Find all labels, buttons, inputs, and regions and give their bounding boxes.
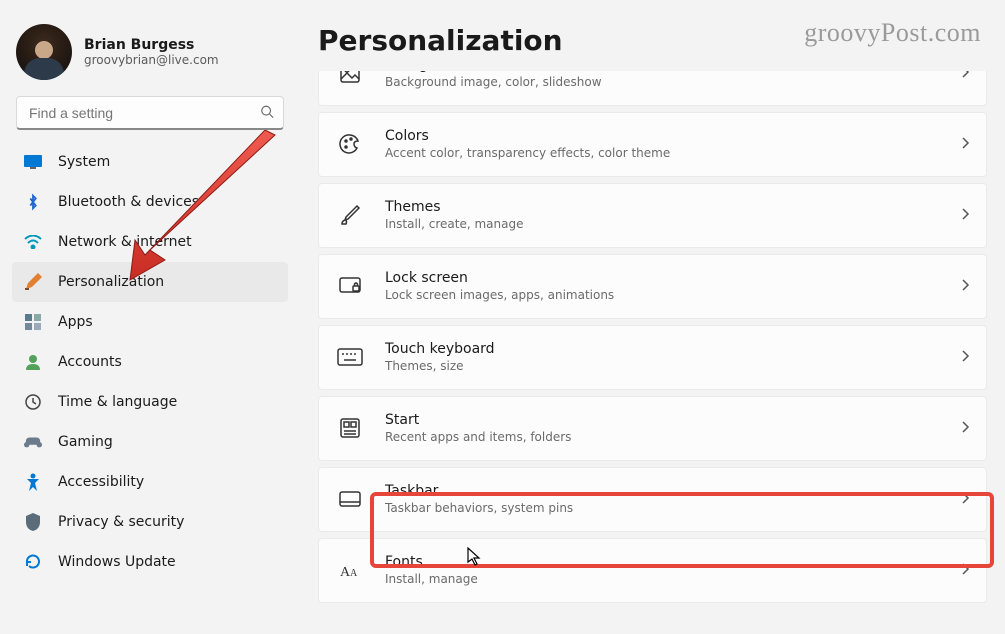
system-icon [24, 153, 42, 171]
card-desc: Taskbar behaviors, system pins [385, 500, 960, 517]
sidebar-item-bluetooth[interactable]: Bluetooth & devices [12, 182, 288, 222]
watermark: groovyPost.com [804, 18, 981, 48]
card-title: Start [385, 411, 960, 429]
chevron-right-icon [960, 277, 970, 296]
card-start[interactable]: StartRecent apps and items, folders [318, 396, 987, 461]
sidebar-item-label: Personalization [58, 274, 164, 290]
taskbar-icon [335, 484, 365, 514]
sidebar-item-personalization[interactable]: Personalization [12, 262, 288, 302]
card-colors[interactable]: ColorsAccent color, transparency effects… [318, 112, 987, 177]
sidebar-item-label: Network & internet [58, 234, 192, 250]
gaming-icon [24, 433, 42, 451]
card-themes[interactable]: ThemesInstall, create, manage [318, 183, 987, 248]
sidebar-item-label: Bluetooth & devices [58, 194, 199, 210]
avatar [16, 24, 72, 80]
chevron-right-icon [960, 419, 970, 438]
card-fonts[interactable]: AA FontsInstall, manage [318, 538, 987, 603]
user-name: Brian Burgess [84, 37, 219, 53]
image-icon [335, 71, 365, 88]
card-list: BackgroundBackground image, color, slide… [300, 71, 987, 621]
sidebar-item-label: Privacy & security [58, 514, 184, 530]
accessibility-icon [24, 473, 42, 491]
user-email: groovybrian@live.com [84, 53, 219, 67]
card-title: Touch keyboard [385, 340, 960, 358]
chevron-right-icon [960, 348, 970, 367]
card-desc: Themes, size [385, 358, 960, 375]
nav: System Bluetooth & devices Network & inter… [12, 142, 288, 582]
card-title: Colors [385, 127, 960, 145]
start-icon [335, 413, 365, 443]
svg-text:A: A [350, 568, 358, 579]
card-desc: Recent apps and items, folders [385, 429, 960, 446]
chevron-right-icon [960, 561, 970, 580]
card-taskbar[interactable]: TaskbarTaskbar behaviors, system pins [318, 467, 987, 532]
sidebar-item-gaming[interactable]: Gaming [12, 422, 288, 462]
paint-icon [24, 273, 42, 291]
search-input[interactable] [16, 96, 284, 130]
wifi-icon [24, 233, 42, 251]
card-title: Fonts [385, 553, 960, 571]
sidebar-item-privacy[interactable]: Privacy & security [12, 502, 288, 542]
main: Personalization BackgroundBackground ima… [300, 0, 1005, 634]
sidebar-item-network[interactable]: Network & internet [12, 222, 288, 262]
sidebar-item-label: Windows Update [58, 554, 176, 570]
apps-icon [24, 313, 42, 331]
chevron-right-icon [960, 206, 970, 225]
sidebar-item-label: Accounts [58, 354, 122, 370]
card-title: Themes [385, 198, 960, 216]
card-desc: Background image, color, slideshow [385, 74, 960, 91]
sidebar-item-time[interactable]: Time & language [12, 382, 288, 422]
sidebar-item-accounts[interactable]: Accounts [12, 342, 288, 382]
sidebar-item-label: Accessibility [58, 474, 144, 490]
sidebar-item-system[interactable]: System [12, 142, 288, 182]
card-desc: Accent color, transparency effects, colo… [385, 145, 960, 162]
fonts-icon: AA [335, 555, 365, 585]
brush-icon [335, 200, 365, 230]
shield-icon [24, 513, 42, 531]
bluetooth-icon [24, 193, 42, 211]
user-profile[interactable]: Brian Burgess groovybrian@live.com [12, 16, 288, 96]
person-icon [24, 353, 42, 371]
sidebar-item-label: Apps [58, 314, 93, 330]
sidebar-item-label: Gaming [58, 434, 113, 450]
sidebar-item-label: Time & language [58, 394, 177, 410]
card-title: Taskbar [385, 482, 960, 500]
lock-screen-icon [335, 271, 365, 301]
card-title: Lock screen [385, 269, 960, 287]
chevron-right-icon [960, 135, 970, 154]
search-icon [260, 104, 274, 123]
search-wrap [16, 96, 284, 130]
card-desc: Install, create, manage [385, 216, 960, 233]
card-background[interactable]: BackgroundBackground image, color, slide… [318, 71, 987, 106]
sidebar-item-label: System [58, 154, 110, 170]
sidebar: Brian Burgess groovybrian@live.com Syste… [0, 0, 300, 634]
palette-icon [335, 129, 365, 159]
update-icon [24, 553, 42, 571]
chevron-right-icon [960, 71, 970, 83]
sidebar-item-update[interactable]: Windows Update [12, 542, 288, 582]
card-desc: Lock screen images, apps, animations [385, 287, 960, 304]
card-lockscreen[interactable]: Lock screenLock screen images, apps, ani… [318, 254, 987, 319]
sidebar-item-apps[interactable]: Apps [12, 302, 288, 342]
card-desc: Install, manage [385, 571, 960, 588]
chevron-right-icon [960, 490, 970, 509]
clock-icon [24, 393, 42, 411]
card-touchkb[interactable]: Touch keyboardThemes, size [318, 325, 987, 390]
sidebar-item-accessibility[interactable]: Accessibility [12, 462, 288, 502]
keyboard-icon [335, 342, 365, 372]
